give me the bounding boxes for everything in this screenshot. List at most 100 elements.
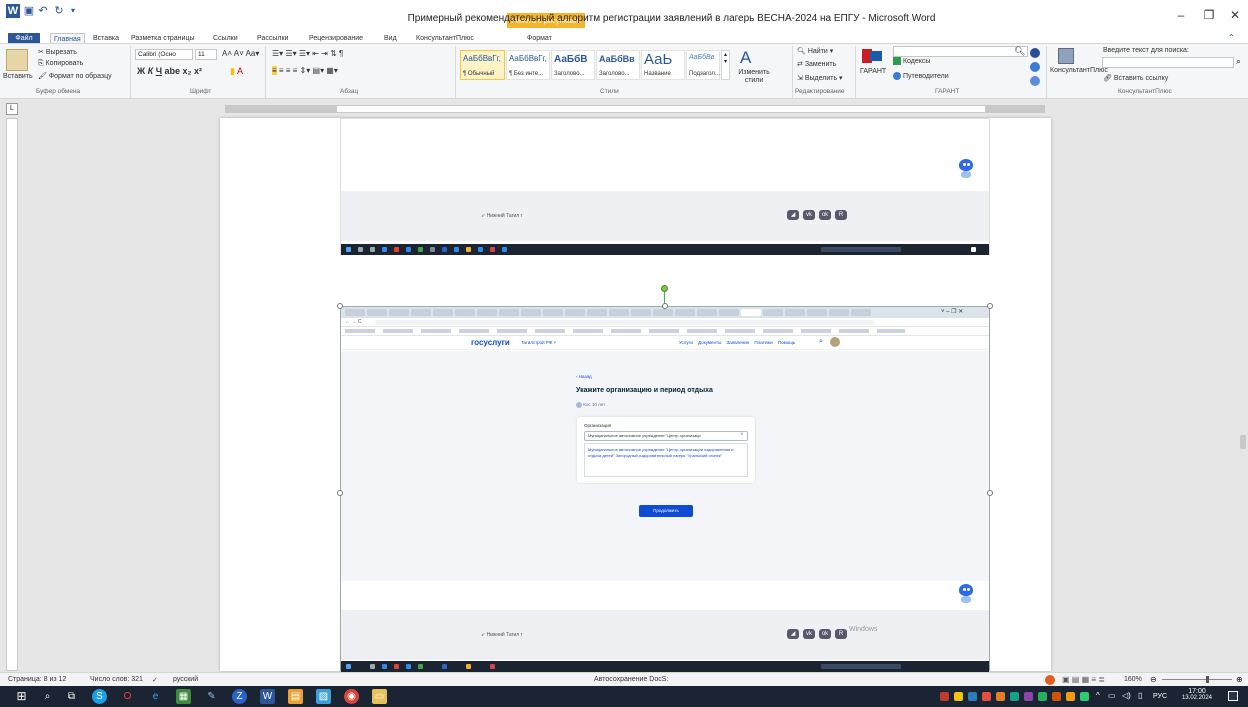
paste-icon[interactable]	[6, 49, 28, 71]
styles-scroll-icon[interactable]: ▴ ▾	[721, 50, 730, 80]
paint-icon[interactable]: ▤	[288, 689, 303, 704]
tab-selector-icon[interactable]: L	[6, 103, 18, 115]
nav-payments[interactable]: Платежи	[754, 340, 772, 345]
resize-handle-right[interactable]	[987, 490, 993, 496]
organization-suggestion[interactable]: Муниципальное автономное учреждение "Цен…	[584, 443, 748, 477]
text-color-icons[interactable]: ▮ A	[230, 66, 243, 77]
qat-customize-icon[interactable]: ▾	[66, 4, 80, 18]
zoom-app-icon[interactable]: Z	[232, 689, 247, 704]
region-select[interactable]: Тагилстрой РФ ˅	[521, 340, 556, 345]
skype-icon[interactable]: S	[92, 689, 107, 704]
tray-icon[interactable]	[968, 692, 977, 701]
horizontal-ruler[interactable]	[0, 100, 1248, 116]
garant-search-input[interactable]	[893, 46, 1028, 57]
resize-handle-left[interactable]	[337, 490, 343, 496]
vertical-ruler[interactable]	[6, 118, 18, 671]
garant-settings-icon[interactable]	[1030, 76, 1040, 86]
paste-button[interactable]: Вставить	[3, 73, 33, 80]
battery-icon[interactable]: ▯	[1138, 691, 1142, 700]
tray-icon[interactable]	[1038, 692, 1047, 701]
edge-icon[interactable]: e	[148, 689, 163, 704]
consultant-search-icon[interactable]: ⌕	[1236, 56, 1241, 67]
gosuslugi-logo[interactable]: госуслуги	[471, 338, 510, 347]
spellcheck-icon[interactable]: ✓	[152, 676, 158, 684]
style-subtitle[interactable]: АаБбВв Подзагол...	[686, 50, 720, 80]
zoom-slider-thumb[interactable]	[1206, 676, 1209, 683]
zoom-out-icon[interactable]: ⊖	[1150, 675, 1157, 684]
page-indicator[interactable]: Страница: 8 из 12	[8, 676, 66, 683]
style-no-spacing[interactable]: АаБбВвГг, ¶ Без инте...	[506, 50, 550, 80]
consultant-button[interactable]: КонсультантПлюс	[1050, 67, 1108, 75]
cut-button[interactable]: ✂ Вырезать	[38, 48, 77, 56]
windows-start-icon[interactable]: ⊞	[14, 689, 29, 704]
view-mode-icons[interactable]: ▣ ▤ ▦ ≡ ≣	[1062, 675, 1105, 684]
avatar[interactable]	[830, 337, 840, 347]
zoom-in-icon[interactable]: ⊕	[1236, 675, 1243, 684]
opera-icon[interactable]: O	[120, 689, 135, 704]
consultant-search-input[interactable]	[1102, 57, 1234, 68]
browser-url-field[interactable]	[375, 320, 875, 325]
nav-documents[interactable]: Документы	[698, 340, 721, 345]
clear-icon[interactable]: ×	[740, 432, 744, 438]
gosuslugi-nav[interactable]: Услуги Документы Заявления Платежи Помощ…	[679, 340, 795, 345]
close-button[interactable]: ✕	[1220, 6, 1248, 24]
tray-icon[interactable]	[954, 692, 963, 701]
style-normal[interactable]: АаБбВвГг, ¶ Обычный	[460, 50, 505, 80]
clock[interactable]: 17:00 13.02.2024	[1180, 688, 1214, 701]
tray-icon[interactable]	[1010, 692, 1019, 701]
garant-button[interactable]: ГАРАНТ	[860, 68, 886, 75]
browser-address-bar[interactable]: ← → C	[341, 318, 989, 327]
tray-icon[interactable]	[1080, 692, 1089, 701]
font-grow-shrink-icons[interactable]: A˄ A˅ Aa▾	[222, 49, 259, 58]
tray-icon[interactable]	[1052, 692, 1061, 701]
ribbon-collapse-icon[interactable]: ⌃	[1228, 33, 1235, 42]
align-icons[interactable]: ≡ ≡ ≡ ≡ ⇕▾ ▤▾ ▦▾	[272, 66, 338, 75]
embedded-screenshot-2[interactable]: ˅ – ❐ ✕ ← → C госуслуги Тагилстрой РФ ˅ …	[340, 306, 990, 672]
zoom-level[interactable]: 160%	[1124, 676, 1142, 683]
rotate-handle[interactable]	[661, 285, 668, 292]
zoom-slider[interactable]	[1162, 679, 1232, 680]
chrome-icon[interactable]: ◉	[344, 689, 359, 704]
task-view-icon[interactable]: ⧉	[64, 689, 79, 704]
insert-link-button[interactable]: 🔗︎ Вставить ссылку	[1103, 74, 1168, 82]
document-page[interactable]: ➶ Нижний Тагил г ◢ vk ok R ˅ – ❐ ✕ ← → C…	[220, 118, 1051, 672]
nav-services[interactable]: Услуги	[679, 340, 693, 345]
style-heading-1[interactable]: АаБбВ Заголово...	[551, 50, 595, 80]
minimize-button[interactable]: –	[1166, 6, 1196, 24]
resize-handle-top-right[interactable]	[987, 303, 993, 309]
codexes-button[interactable]: Кодексы	[893, 57, 930, 65]
tray-icon[interactable]	[982, 692, 991, 701]
word-taskbar-icon[interactable]: W	[260, 689, 275, 704]
notification-icon[interactable]	[1228, 691, 1238, 701]
nav-applications[interactable]: Заявления	[727, 340, 750, 345]
continue-button[interactable]: Продолжить	[639, 505, 693, 517]
format-painter-button[interactable]: 🖌 Формат по образцу	[38, 72, 112, 80]
vertical-scrollbar-thumb[interactable]	[1240, 435, 1246, 449]
font-size-select[interactable]: 11	[195, 49, 217, 60]
find-button[interactable]: 🔍︎ Найти ▾	[797, 47, 833, 55]
embedded-screenshot-1[interactable]: ➶ Нижний Тагил г ◢ vk ok R	[340, 118, 990, 255]
stop-recording-icon[interactable]	[1045, 675, 1055, 685]
resize-handle-top[interactable]	[662, 303, 668, 309]
excel-like-icon[interactable]: ▦	[176, 689, 191, 704]
organization-input[interactable]: Муниципальное автономное учреждение "Цен…	[584, 431, 748, 441]
guides-button[interactable]: Путеводители	[893, 72, 949, 80]
tray-icon[interactable]	[996, 692, 1005, 701]
garant-info-icon[interactable]	[1030, 62, 1040, 72]
photos-icon[interactable]: ▨	[316, 689, 331, 704]
tray-icon[interactable]	[1024, 692, 1033, 701]
style-heading-2[interactable]: АаБбВв Заголово...	[596, 50, 640, 80]
style-title[interactable]: АаЬ Название	[641, 50, 685, 80]
change-styles-button[interactable]: Изменить стили	[734, 69, 774, 85]
language-indicator[interactable]: русский	[173, 676, 198, 683]
word-count[interactable]: Число слов: 321	[90, 676, 143, 683]
nav-help[interactable]: Помощь	[778, 340, 795, 345]
browser-nav-icons[interactable]: ← → C	[345, 319, 361, 325]
pen-app-icon[interactable]: ✎	[204, 689, 219, 704]
save-icon[interactable]: ▣	[22, 4, 36, 18]
resize-handle-top-left[interactable]	[337, 303, 343, 309]
back-link[interactable]: ‹ Назад	[576, 374, 592, 379]
undo-icon[interactable]: ↶	[36, 4, 50, 18]
replace-button[interactable]: ⇄ Заменить	[797, 60, 836, 68]
select-button[interactable]: ⇲ Выделить ▾	[797, 74, 843, 82]
